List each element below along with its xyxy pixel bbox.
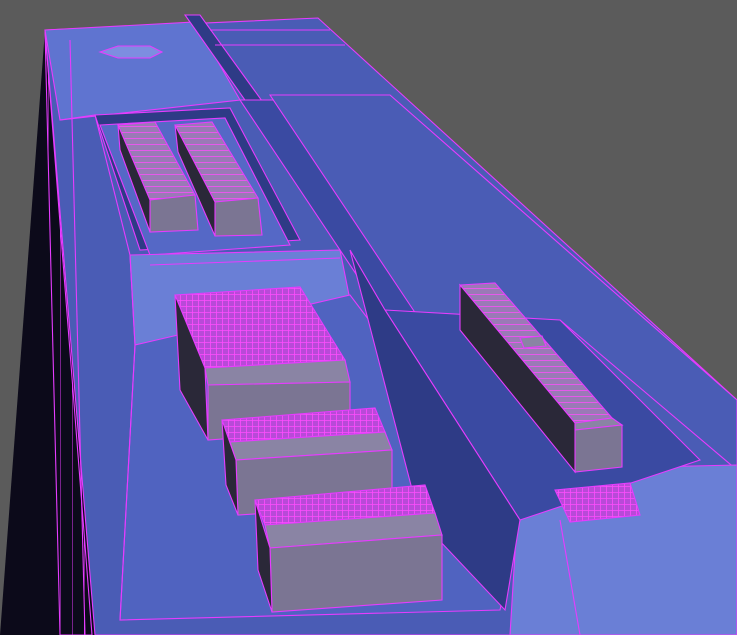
3d-viewport[interactable] [0, 0, 737, 635]
grid-chip-small [254, 484, 443, 613]
grid-pad-small [554, 482, 641, 523]
wireframe-model [0, 14, 737, 635]
